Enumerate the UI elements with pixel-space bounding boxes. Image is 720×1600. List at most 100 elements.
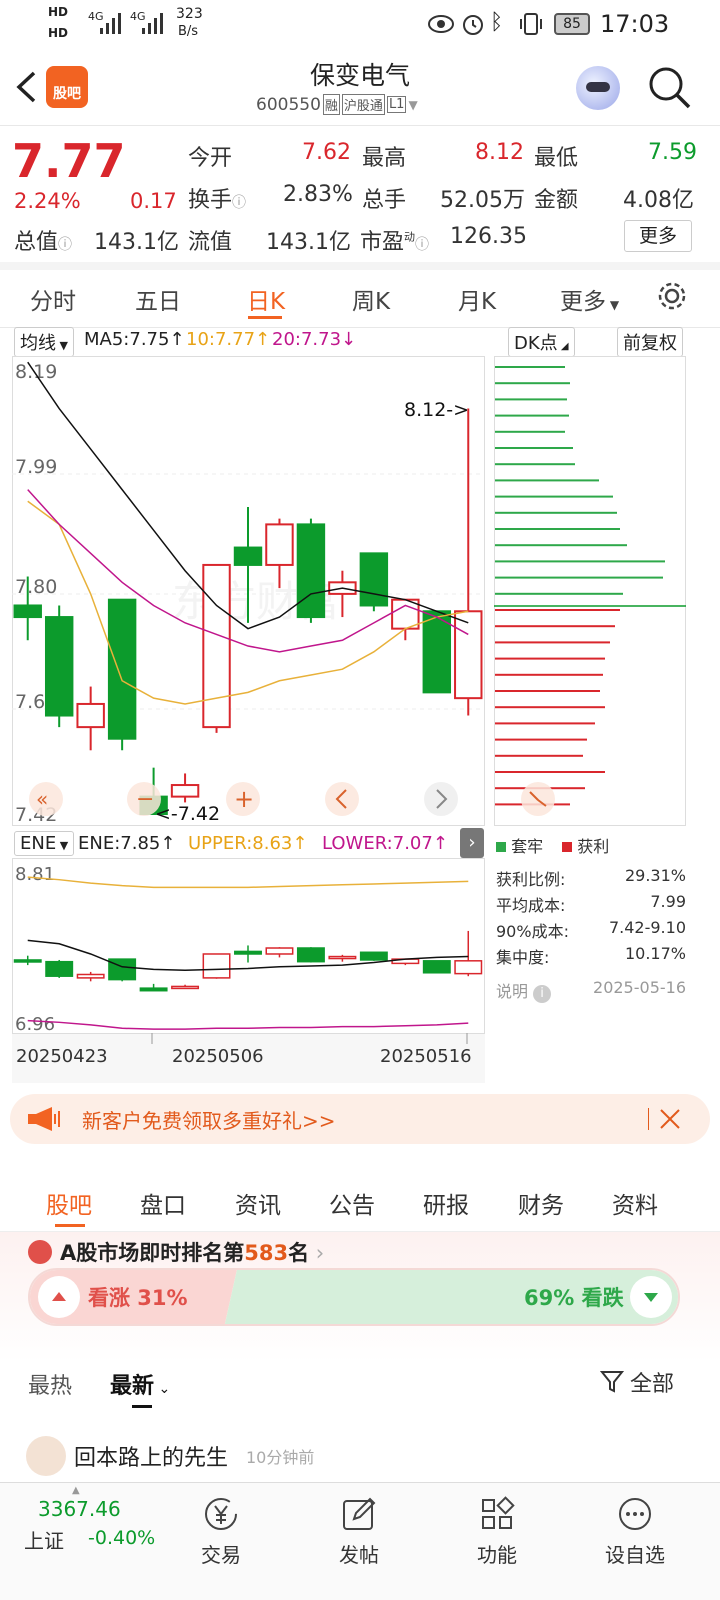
filter-button[interactable]: 全部: [600, 1366, 674, 1398]
tab-more[interactable]: 更多 ▼: [560, 282, 619, 316]
ma-selector[interactable]: 均线 ▼: [14, 327, 74, 357]
open-label: 今开: [188, 146, 233, 171]
tab-weekly-k[interactable]: 周K: [352, 282, 390, 316]
ene-text: ENE:7.85: [78, 833, 161, 854]
tab-five-day[interactable]: 五日: [135, 282, 181, 316]
close-icon[interactable]: [658, 1107, 682, 1131]
mcap-value: 143.1亿: [94, 230, 179, 255]
turnover-label[interactable]: 换手ⓘ: [188, 182, 246, 214]
mcap-label-text: 总值: [14, 230, 59, 255]
ai-assistant-icon[interactable]: [576, 66, 620, 110]
ene-candle-body: [454, 960, 483, 975]
triangle-up-icon: ▲: [72, 1485, 80, 1496]
tab-finance[interactable]: 财务: [518, 1186, 564, 1220]
tab-more-label: 更多: [560, 289, 606, 315]
net-speed-value: 323: [176, 6, 203, 22]
avatar[interactable]: [26, 1436, 66, 1476]
pe-label-text: 市盈: [360, 230, 405, 255]
ma5-readout: MA5:7.75↑: [84, 329, 185, 350]
tab-intraday[interactable]: 分时: [30, 282, 76, 316]
indicator-selector-label: ENE: [20, 833, 57, 854]
chip-stat-row: 集中度: 10.17%: [496, 944, 686, 970]
chip-bar: [495, 414, 569, 417]
float-value: 143.1亿: [266, 230, 351, 255]
nav-trade[interactable]: 交易: [176, 1495, 266, 1568]
post-author[interactable]: 回本路上的先生: [74, 1440, 228, 1472]
indicator-selector[interactable]: ENE ▼: [14, 831, 75, 856]
tab-profile[interactable]: 资料: [612, 1186, 658, 1220]
sort-new[interactable]: 最新 ⌄: [110, 1368, 170, 1400]
promo-banner[interactable]: 新客户免费领取多重好礼>>: [10, 1094, 710, 1144]
dk-point-selector[interactable]: DK点 ◢: [508, 327, 575, 357]
chip-stat-label: 90%成本:: [496, 922, 569, 941]
market-rank[interactable]: A股市场即时排名第583名 ›: [60, 1237, 324, 1267]
pe-label[interactable]: 市盈动ⓘ: [360, 224, 429, 256]
tab-guba[interactable]: 股吧: [46, 1186, 92, 1220]
nav-post-label: 发帖: [339, 1543, 379, 1567]
signal-icon-2: [142, 13, 163, 34]
open-value: 7.62: [302, 140, 351, 165]
ene-chart[interactable]: 8.81 6.96 20250423 20250506 20250516: [12, 858, 485, 1083]
lower-readout: LOWER:7.07↑: [322, 833, 448, 854]
scroll-left-button[interactable]: [325, 782, 359, 816]
sort-indicator: [132, 1405, 152, 1408]
level-tag: L1: [386, 96, 407, 113]
nav-trade-label: 交易: [201, 1543, 241, 1567]
float-label: 流值: [188, 230, 233, 255]
tab-monthly-k[interactable]: 月K: [458, 282, 496, 316]
nav-watchlist[interactable]: 设自选: [590, 1495, 680, 1568]
vote-up-button[interactable]: [38, 1276, 80, 1318]
sort-hot[interactable]: 最热: [28, 1368, 72, 1400]
megaphone-icon: [28, 1107, 60, 1131]
rank-suffix: 名: [288, 1241, 310, 1265]
mcap-label[interactable]: 总值ⓘ: [14, 224, 72, 256]
volume-value: 52.05万: [440, 188, 525, 213]
y-tick-780: 7.80: [15, 576, 57, 598]
yen-icon: [205, 1498, 237, 1530]
chevron-down-icon: ▼: [408, 97, 418, 112]
chip-bar: [495, 722, 595, 725]
chevron-right-icon: ›: [468, 832, 476, 853]
chip-bar: [495, 625, 615, 628]
chip-bar: [495, 641, 610, 644]
chip-bar: [495, 576, 663, 579]
index-ticker[interactable]: ▲ 3367.46 上证 -0.40%: [12, 1485, 162, 1559]
chip-note-row[interactable]: 说明 i 2025-05-16: [496, 978, 686, 1003]
amount-label: 金额: [534, 188, 579, 213]
ma10-readout: 10:7.77↑: [186, 329, 271, 350]
tab-research[interactable]: 研报: [423, 1186, 469, 1220]
collapse-button[interactable]: ›: [460, 828, 484, 858]
search-icon[interactable]: [646, 64, 692, 110]
tab-announcements[interactable]: 公告: [329, 1186, 375, 1220]
tab-pankou[interactable]: 盘口: [140, 1186, 186, 1220]
caret-down-icon: ▼: [56, 339, 68, 352]
chip-stat-row: 90%成本: 7.42-9.10: [496, 918, 686, 944]
ene-candle-body: [422, 960, 451, 974]
vote-down-button[interactable]: [630, 1276, 672, 1318]
stock-code-row[interactable]: 600550 融 沪股通 L1 ▼: [256, 94, 418, 115]
tab-daily-k[interactable]: 日K: [247, 282, 285, 316]
ma20-text: 20:7.73: [272, 329, 342, 350]
nav-post[interactable]: 发帖: [314, 1495, 404, 1568]
info-icon: ⓘ: [232, 195, 247, 211]
candle-body: [76, 702, 105, 729]
ma10-text: 10:7.77: [186, 329, 256, 350]
more-button[interactable]: 更多: [624, 220, 692, 252]
candle-body: [359, 552, 389, 607]
chip-distribution[interactable]: [494, 356, 686, 826]
chip-bar: [495, 366, 565, 368]
bluetooth-icon: ᛒ: [490, 10, 504, 35]
scroll-right-button[interactable]: [424, 782, 458, 816]
tab-news[interactable]: 资讯: [235, 1186, 281, 1220]
caret-down-icon: ▼: [56, 839, 69, 852]
gear-icon[interactable]: [656, 280, 688, 312]
kline-chart[interactable]: 东方财富 8.19 7.99 7.80 7.61 7.42 8.12-> <-7…: [12, 356, 485, 826]
adjust-selector[interactable]: 前复权: [617, 327, 683, 357]
candle-body: [454, 610, 483, 700]
nav-watchlist-label: 设自选: [605, 1543, 665, 1567]
candle-body: [107, 598, 137, 740]
sentiment-panel: A股市场即时排名第583名 › 看涨 31% 69% 看跌: [0, 1232, 720, 1362]
change-percent: 2.24%: [14, 189, 81, 213]
chip-bar: [495, 463, 575, 466]
nav-functions[interactable]: 功能: [452, 1495, 542, 1568]
